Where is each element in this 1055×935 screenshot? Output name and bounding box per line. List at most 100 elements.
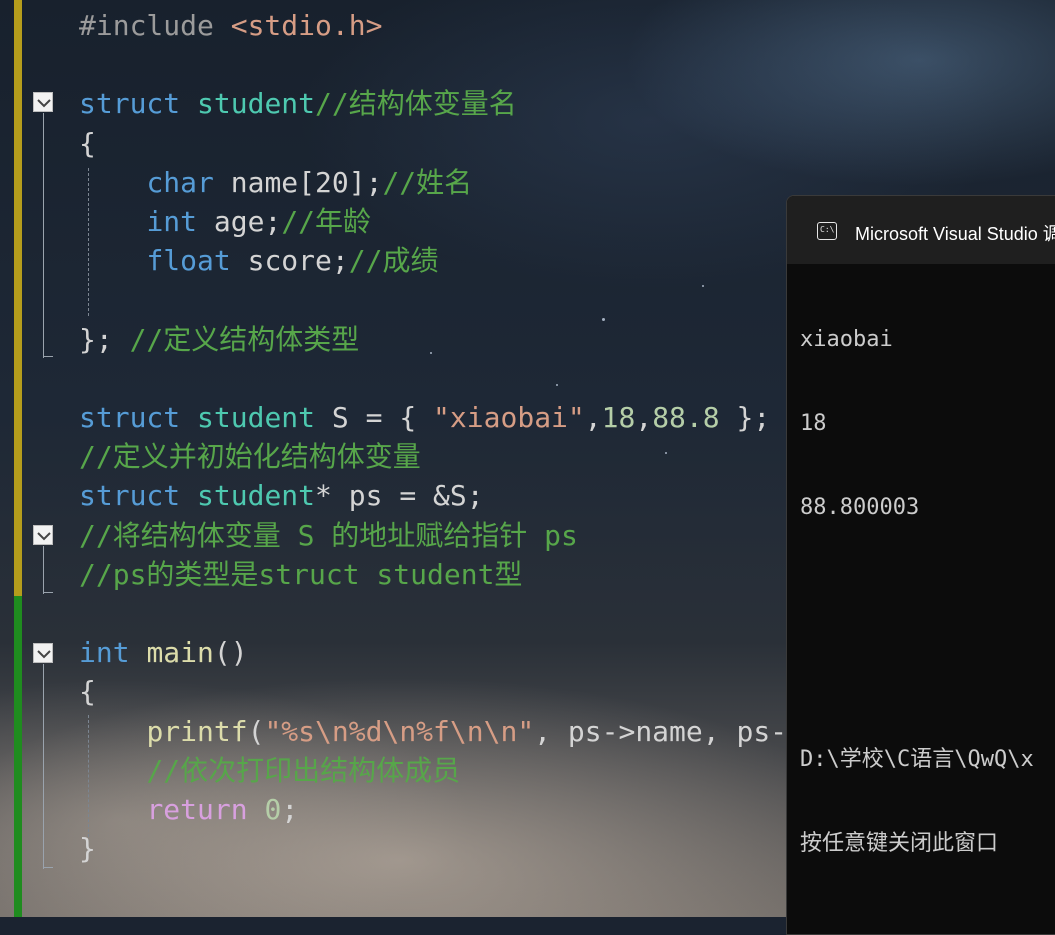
code-token: //依次打印出结构体成员 — [146, 753, 461, 787]
code-token: "xiaobai" — [433, 401, 585, 434]
code-token: ; — [281, 793, 299, 826]
code-token: 88.8 — [652, 401, 720, 434]
background-star — [665, 452, 667, 454]
code-line[interactable]: return 0; — [79, 790, 298, 829]
code-line[interactable]: //将结构体变量 S 的地址赋给指针 ps — [79, 516, 578, 555]
fold-range-struct — [43, 113, 44, 358]
fold-toggle-comment[interactable] — [33, 525, 53, 545]
code-token: //年龄 — [281, 205, 372, 238]
code-line[interactable]: #include <stdio.h> — [79, 6, 382, 45]
code-line[interactable]: int main() — [79, 633, 248, 672]
code-line[interactable]: { — [79, 672, 96, 711]
code-token: //将结构体变量 S 的地址赋给指针 ps — [79, 518, 578, 552]
code-line[interactable]: char name[20];//姓名 — [79, 163, 472, 202]
console-output-line: 88.800003 — [800, 495, 920, 520]
code-token: { — [79, 126, 96, 160]
code-token: char — [146, 165, 214, 199]
fold-range-end — [43, 356, 53, 357]
code-token: { — [79, 675, 96, 709]
code-token: 18 — [601, 401, 636, 434]
fold-range-comment — [43, 546, 44, 594]
code-token: //姓名 — [382, 165, 473, 199]
code-line[interactable]: int age;//年龄 — [79, 202, 371, 241]
code-token: name[20]; — [213, 165, 383, 199]
fold-toggle-main[interactable] — [33, 643, 53, 663]
console-output-line: 按任意键关闭此窗口 — [800, 831, 999, 856]
chevron-down-icon — [37, 650, 51, 659]
console-output-line: 18 — [800, 411, 827, 436]
code-line[interactable]: } — [79, 829, 96, 868]
console-output-line: xiaobai — [800, 327, 893, 352]
code-token: struct — [79, 401, 181, 434]
code-token: struct — [79, 87, 181, 121]
code-token: student — [197, 479, 316, 513]
code-token: }; — [79, 322, 130, 356]
code-token: #include — [79, 9, 231, 42]
code-token: //结构体变量名 — [315, 87, 517, 121]
chevron-down-icon — [37, 99, 51, 108]
console-titlebar[interactable]: C:\ Microsoft Visual Studio 调 — [787, 196, 1055, 264]
code-token: return — [146, 793, 248, 826]
code-token: * ps = &S; — [315, 479, 484, 513]
console-window[interactable]: C:\ Microsoft Visual Studio 调 xiaobai 18… — [786, 195, 1055, 935]
code-token: int — [146, 205, 198, 238]
code-token: int — [79, 636, 130, 670]
change-margin-unsaved — [14, 0, 22, 596]
code-token: 0 — [264, 793, 282, 826]
fold-range-end — [43, 867, 53, 868]
code-token: student — [197, 87, 316, 121]
console-app-icon: C:\ — [817, 222, 837, 240]
code-line[interactable]: struct student* ps = &S; — [79, 476, 484, 515]
code-token: } — [79, 832, 96, 866]
fold-range-end — [43, 592, 53, 593]
code-token: student — [197, 401, 316, 434]
code-token: struct — [79, 479, 181, 513]
code-token: <stdio.h> — [230, 9, 383, 42]
code-token: , — [635, 401, 653, 434]
code-line[interactable]: { — [79, 124, 96, 163]
code-line[interactable]: //定义并初始化结构体变量 — [79, 437, 421, 476]
background-star — [702, 285, 704, 287]
code-token: main — [146, 636, 214, 670]
code-line[interactable]: }; //定义结构体类型 — [79, 320, 359, 359]
code-token: score; — [230, 244, 349, 278]
code-token: , — [584, 401, 602, 434]
code-token: "%s\n%d\n%f\n\n" — [264, 714, 535, 748]
code-token: age; — [197, 205, 282, 238]
code-token: //定义结构体类型 — [129, 322, 360, 356]
console-output: xiaobai 18 88.800003 D:\学校\C语言\QwQ\x 按任意… — [800, 270, 1034, 914]
code-token: S = { — [315, 401, 434, 434]
code-token: () — [213, 636, 248, 670]
console-title: Microsoft Visual Studio 调 — [855, 224, 1055, 244]
code-token: //ps的类型是struct student型 — [79, 557, 523, 591]
code-token: ( — [247, 714, 265, 748]
code-line[interactable]: float score;//成绩 — [79, 241, 438, 280]
code-token: //成绩 — [348, 244, 439, 278]
fold-toggle-struct[interactable] — [33, 92, 53, 112]
code-line[interactable]: struct student//结构体变量名 — [79, 84, 517, 123]
code-line[interactable]: //依次打印出结构体成员 — [79, 751, 460, 790]
code-token: printf — [146, 714, 248, 748]
console-output-line: D:\学校\C语言\QwQ\x — [800, 747, 1034, 772]
background-star — [556, 384, 558, 386]
code-line[interactable]: struct student S = { "xiaobai",18,88.8 }… — [79, 398, 770, 437]
code-line[interactable]: //ps的类型是struct student型 — [79, 555, 522, 594]
code-token: }; — [719, 401, 771, 434]
code-line[interactable]: printf("%s\n%d\n%f\n\n", ps->name, ps->a… — [79, 712, 837, 751]
change-margin-saved — [14, 596, 22, 917]
background-star — [602, 318, 605, 321]
background-star — [430, 352, 432, 354]
chevron-down-icon — [37, 532, 51, 541]
